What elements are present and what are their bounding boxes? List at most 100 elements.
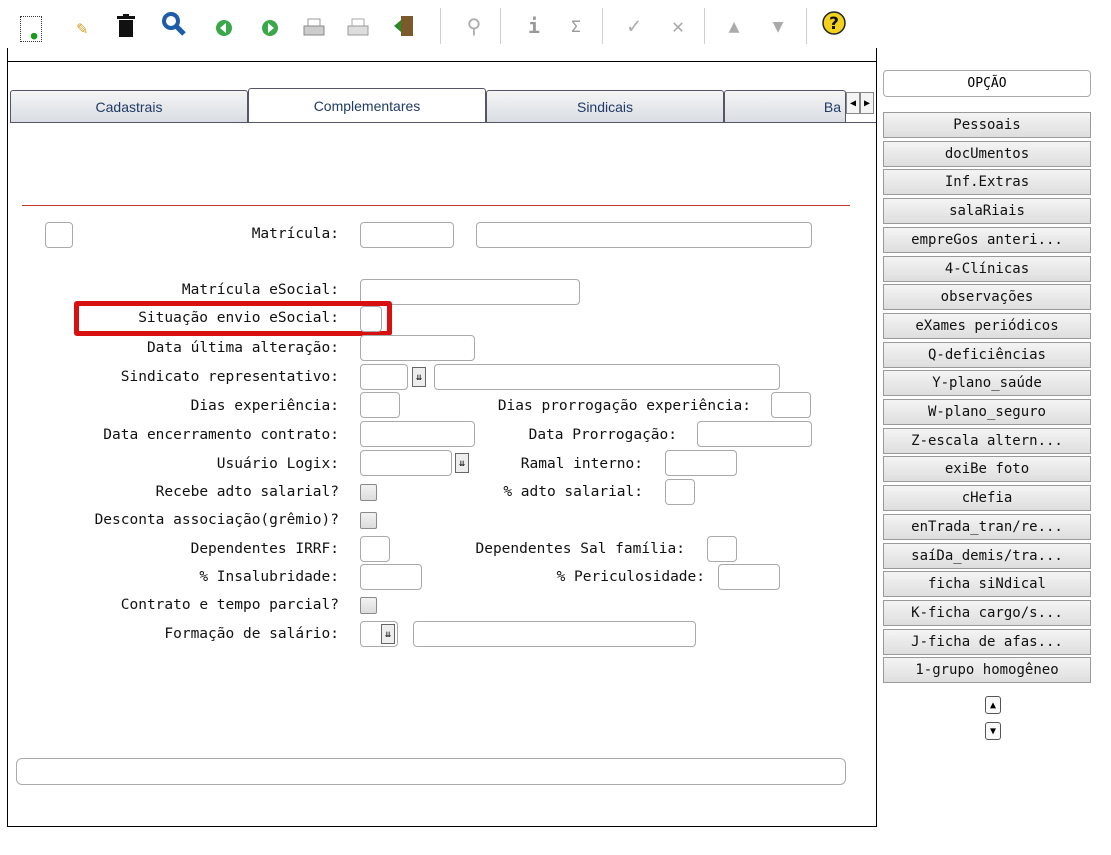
option-header: OPÇÃO bbox=[883, 70, 1091, 97]
dias-exp-input[interactable] bbox=[360, 392, 400, 418]
delete-icon[interactable] bbox=[112, 12, 140, 40]
toolbar-separator bbox=[440, 8, 442, 44]
tab-ba[interactable]: Ba bbox=[724, 90, 846, 122]
recebe-adto-label: Recebe adto salarial? bbox=[155, 484, 339, 500]
matricula-esocial-input[interactable] bbox=[360, 279, 580, 305]
info-icon[interactable]: i bbox=[520, 12, 548, 40]
toolbar: ● ✎ ⚲ i Σ ✓ ✕ ▲ ▼ ? bbox=[0, 0, 880, 48]
tab-scroll-right-icon[interactable]: ▶ bbox=[860, 92, 874, 114]
desconta-checkbox[interactable] bbox=[360, 512, 377, 529]
cancel-icon[interactable]: ✕ bbox=[664, 12, 692, 40]
new-icon[interactable]: ● bbox=[20, 16, 42, 42]
data-encerr-label: Data encerramento contrato: bbox=[103, 427, 339, 443]
option-button[interactable]: K-ficha cargo/s... bbox=[883, 599, 1091, 626]
formacao-label: Formação de salário: bbox=[164, 626, 339, 642]
option-button[interactable]: ficha siNdical bbox=[883, 571, 1091, 598]
desconta-label: Desconta associação(grêmio)? bbox=[94, 512, 339, 528]
data-ultima-input[interactable] bbox=[360, 335, 475, 361]
option-button[interactable]: enTrada_tran/re... bbox=[883, 513, 1091, 540]
print-icon[interactable] bbox=[300, 14, 328, 42]
option-button[interactable]: 1-grupo homogêneo bbox=[883, 657, 1091, 684]
tab-cadastrais[interactable]: Cadastrais bbox=[10, 90, 248, 122]
dias-prorrog-label: Dias prorrogação experiência: bbox=[497, 398, 751, 414]
next-icon[interactable] bbox=[256, 14, 284, 42]
sum-icon[interactable]: Σ bbox=[562, 12, 590, 40]
toolbar-separator bbox=[806, 8, 808, 44]
tab-complementares[interactable]: Complementares bbox=[248, 88, 486, 122]
option-button[interactable]: Pessoais bbox=[883, 112, 1091, 138]
bottom-divider bbox=[7, 826, 877, 827]
exit-icon[interactable] bbox=[390, 12, 418, 40]
dias-exp-label: Dias experiência: bbox=[190, 398, 339, 414]
sindicato-desc-input[interactable] bbox=[434, 364, 780, 390]
formacao-desc-input[interactable] bbox=[413, 621, 696, 647]
option-button[interactable]: saíDa_demis/tra... bbox=[883, 542, 1091, 569]
pct-adto-label: % adto salarial: bbox=[503, 484, 643, 500]
options-scroll-down-icon[interactable]: ▼ bbox=[985, 722, 1001, 740]
toolbar-separator bbox=[602, 8, 604, 44]
insalub-input[interactable] bbox=[360, 564, 422, 590]
option-button[interactable]: J-ficha de afas... bbox=[883, 628, 1091, 655]
matricula-esocial-label: Matrícula eSocial: bbox=[181, 282, 339, 298]
print-preview-icon[interactable] bbox=[344, 14, 372, 42]
help-icon[interactable]: ? bbox=[820, 10, 848, 38]
option-button[interactable]: cHefia bbox=[883, 485, 1091, 512]
matricula-label: Matrícula: bbox=[251, 226, 339, 242]
frame-top-border bbox=[7, 61, 877, 62]
option-button[interactable]: exiBe foto bbox=[883, 456, 1091, 483]
toolbar-separator bbox=[704, 8, 706, 44]
pct-adto-input[interactable] bbox=[665, 479, 695, 505]
matricula-name-input[interactable] bbox=[476, 222, 812, 248]
find-icon[interactable]: ⚲ bbox=[460, 12, 488, 40]
usuario-logix-label: Usuário Logix: bbox=[216, 456, 339, 472]
tab-scroll-left-icon[interactable]: ◀ bbox=[846, 92, 860, 114]
option-button[interactable]: Y-plano_saúde bbox=[883, 370, 1091, 397]
option-button[interactable]: empreGos anteri... bbox=[883, 226, 1091, 253]
usuario-logix-lookup-icon[interactable]: ⇊ bbox=[455, 453, 469, 473]
small-box[interactable] bbox=[45, 222, 73, 248]
tab-panel-border bbox=[10, 122, 876, 123]
sindicato-label: Sindicato representativo: bbox=[120, 369, 339, 385]
search-icon[interactable] bbox=[160, 10, 188, 38]
situacao-envio-label: Situação envio eSocial: bbox=[138, 310, 339, 326]
option-button[interactable]: eXames periódicos bbox=[883, 312, 1091, 339]
option-button[interactable]: Inf.Extras bbox=[883, 169, 1091, 196]
sindicato-lookup-icon[interactable]: ⇊ bbox=[412, 367, 426, 387]
option-button[interactable]: Z-escala altern... bbox=[883, 427, 1091, 454]
data-prorrog-input[interactable] bbox=[697, 421, 812, 447]
ramal-input[interactable] bbox=[665, 450, 737, 476]
up-icon[interactable]: ▲ bbox=[720, 12, 748, 40]
periculo-label: % Periculosidade: bbox=[556, 569, 705, 585]
dep-sal-label: Dependentes Sal família: bbox=[475, 541, 685, 557]
dep-irrf-label: Dependentes IRRF: bbox=[190, 541, 339, 557]
periculo-input[interactable] bbox=[718, 564, 780, 590]
tab-sindicais[interactable]: Sindicais bbox=[486, 90, 724, 122]
option-button[interactable]: observações bbox=[883, 284, 1091, 311]
data-ultima-label: Data última alteração: bbox=[146, 340, 339, 356]
toolbar-separator bbox=[500, 8, 502, 44]
option-button[interactable]: W-plano_seguro bbox=[883, 399, 1091, 425]
section-divider bbox=[22, 205, 850, 206]
dias-prorrog-input[interactable] bbox=[771, 392, 811, 418]
status-bar bbox=[16, 758, 846, 785]
contrato-parcial-label: Contrato e tempo parcial? bbox=[120, 597, 339, 613]
matricula-input[interactable] bbox=[360, 222, 454, 248]
option-button[interactable]: salaRiais bbox=[883, 198, 1091, 225]
edit-icon[interactable]: ✎ bbox=[68, 14, 96, 42]
option-button[interactable]: 4-Clínicas bbox=[883, 255, 1091, 282]
options-scroll-up-icon[interactable]: ▲ bbox=[985, 696, 1001, 714]
usuario-logix-input[interactable] bbox=[360, 450, 452, 476]
dep-sal-input[interactable] bbox=[707, 536, 737, 562]
option-button[interactable]: docUmentos bbox=[883, 140, 1091, 167]
data-encerr-input[interactable] bbox=[360, 421, 475, 447]
formacao-lookup-icon[interactable]: ⇊ bbox=[381, 624, 395, 644]
sindicato-code-input[interactable] bbox=[360, 364, 408, 390]
confirm-icon[interactable]: ✓ bbox=[620, 12, 648, 40]
situacao-envio-input[interactable] bbox=[360, 306, 382, 332]
previous-icon[interactable] bbox=[210, 14, 238, 42]
option-button[interactable]: Q-deficiências bbox=[883, 341, 1091, 368]
recebe-adto-checkbox[interactable] bbox=[360, 484, 377, 501]
dep-irrf-input[interactable] bbox=[360, 536, 390, 562]
down-icon[interactable]: ▼ bbox=[764, 12, 792, 40]
contrato-parcial-checkbox[interactable] bbox=[360, 597, 377, 614]
